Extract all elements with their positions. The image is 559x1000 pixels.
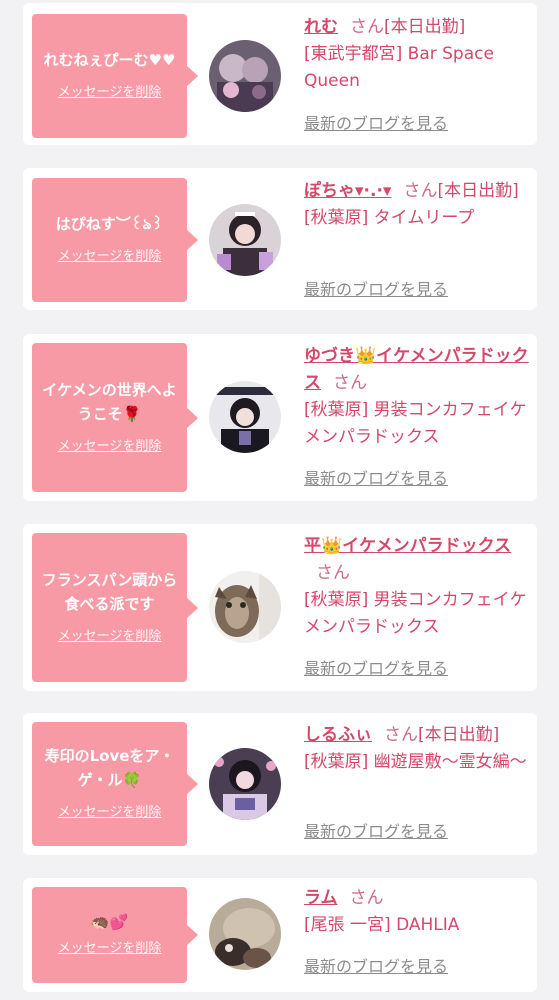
message-text: 🦔💕 [90, 913, 129, 931]
cast-name-link[interactable]: しるふぃ [304, 725, 372, 745]
shop-text: [東武宇都宮] Bar Space Queen [304, 44, 494, 91]
message-bubble: 🦔💕 メッセージを削除 [32, 887, 198, 983]
honorific: さん [316, 563, 350, 583]
message-card: 寿印のLoveをア・ゲ・ル🍀 メッセージを削除 しるふぃ さん[本日出勤] [秋葉… [23, 713, 537, 855]
cast-name-link[interactable]: ラム [304, 888, 338, 908]
delete-message-link[interactable]: メッセージを削除 [58, 84, 162, 102]
shop-text: [秋葉原] 男装コンカフェイケメンパラドックス [304, 400, 527, 447]
latest-blog-link[interactable]: 最新のブログを見る [304, 821, 448, 843]
delete-message-link[interactable]: メッセージを削除 [58, 940, 162, 958]
avatar[interactable] [209, 571, 281, 643]
cast-name-link[interactable]: れむ [304, 17, 338, 37]
shop-text: [尾張 一宮] DAHLIA [304, 915, 460, 935]
status-text: [本日出勤] [418, 725, 500, 745]
message-bubble: 寿印のLoveをア・ゲ・ル🍀 メッセージを削除 [32, 722, 198, 846]
message-text: イケメンの世界へようこそ🌹 [42, 380, 177, 423]
cast-info: しるふぃ さん[本日出勤] [秋葉原] 幽遊屋敷〜霊女編〜 [304, 722, 529, 776]
cast-info: 平👑イケメンパラドックスさん [秋葉原] 男装コンカフェイケメンパラドックス [304, 533, 529, 641]
honorific: さん [350, 17, 384, 37]
latest-blog-link[interactable]: 最新のブログを見る [304, 658, 448, 680]
avatar[interactable] [209, 381, 281, 453]
cast-name-link[interactable]: 平👑イケメンパラドックス [304, 536, 511, 556]
avatar[interactable] [209, 204, 281, 276]
message-card: フランスパン頭から食べる派です メッセージを削除 平👑イケメンパラドックスさん … [23, 524, 537, 691]
shop-text: [秋葉原] 幽遊屋敷〜霊女編〜 [304, 752, 527, 772]
shop-text: [秋葉原] タイムリープ [304, 208, 475, 228]
latest-blog-link[interactable]: 最新のブログを見る [304, 468, 448, 490]
latest-blog-link[interactable]: 最新のブログを見る [304, 956, 448, 978]
cast-info: ラム さん [尾張 一宮] DAHLIA [304, 885, 529, 939]
cast-name-link[interactable]: ぽちゃ▾·.·▾ [304, 181, 391, 201]
delete-message-link[interactable]: メッセージを削除 [58, 628, 162, 646]
latest-blog-link[interactable]: 最新のブログを見る [304, 113, 448, 135]
status-text: [本日出勤] [384, 17, 466, 37]
honorific: さん [403, 181, 438, 201]
message-card: はぴねす︶꒰ঌ꒱ メッセージを削除 ぽちゃ▾·.·▾ さん[本日出勤] [秋葉原]… [23, 168, 537, 310]
honorific: さん [384, 725, 418, 745]
shop-text: [秋葉原] 男装コンカフェイケメンパラドックス [304, 590, 527, 637]
message-bubble: れむねぇぴーむ♥♥ メッセージを削除 [32, 14, 198, 138]
message-text: フランスパン頭から食べる派です [41, 570, 178, 613]
cast-info: れむ さん[本日出勤] [東武宇都宮] Bar Space Queen [304, 14, 529, 95]
avatar[interactable] [209, 40, 281, 112]
message-bubble: イケメンの世界へようこそ🌹 メッセージを削除 [32, 343, 198, 492]
message-text: 寿印のLoveをア・ゲ・ル🍀 [44, 747, 175, 789]
message-card: れむねぇぴーむ♥♥ メッセージを削除 れむ さん[本日出勤] [東武宇都宮] Ba… [23, 3, 537, 145]
message-card: イケメンの世界へようこそ🌹 メッセージを削除 ゆづき👑イケメンパラドックス さん … [23, 334, 537, 501]
avatar[interactable] [209, 748, 281, 820]
honorific: さん [333, 373, 367, 393]
message-text: れむねぇぴーむ♥♥ [43, 51, 176, 69]
cast-info: ゆづき👑イケメンパラドックス さん [秋葉原] 男装コンカフェイケメンパラドックス [304, 343, 529, 451]
message-bubble: はぴねす︶꒰ঌ꒱ メッセージを削除 [32, 178, 198, 302]
honorific: さん [349, 888, 384, 908]
cast-info: ぽちゃ▾·.·▾ さん[本日出勤] [秋葉原] タイムリープ [304, 178, 529, 232]
delete-message-link[interactable]: メッセージを削除 [58, 248, 162, 266]
latest-blog-link[interactable]: 最新のブログを見る [304, 279, 448, 301]
message-bubble: フランスパン頭から食べる派です メッセージを削除 [32, 533, 198, 682]
delete-message-link[interactable]: メッセージを削除 [58, 804, 162, 822]
message-text: はぴねす︶꒰ঌ꒱ [55, 215, 164, 233]
avatar[interactable] [209, 898, 281, 970]
message-card: 🦔💕 メッセージを削除 ラム さん [尾張 一宮] DAHLIA 最新のブログを見… [23, 878, 537, 992]
status-text: [本日出勤] [437, 181, 519, 201]
delete-message-link[interactable]: メッセージを削除 [58, 438, 162, 456]
